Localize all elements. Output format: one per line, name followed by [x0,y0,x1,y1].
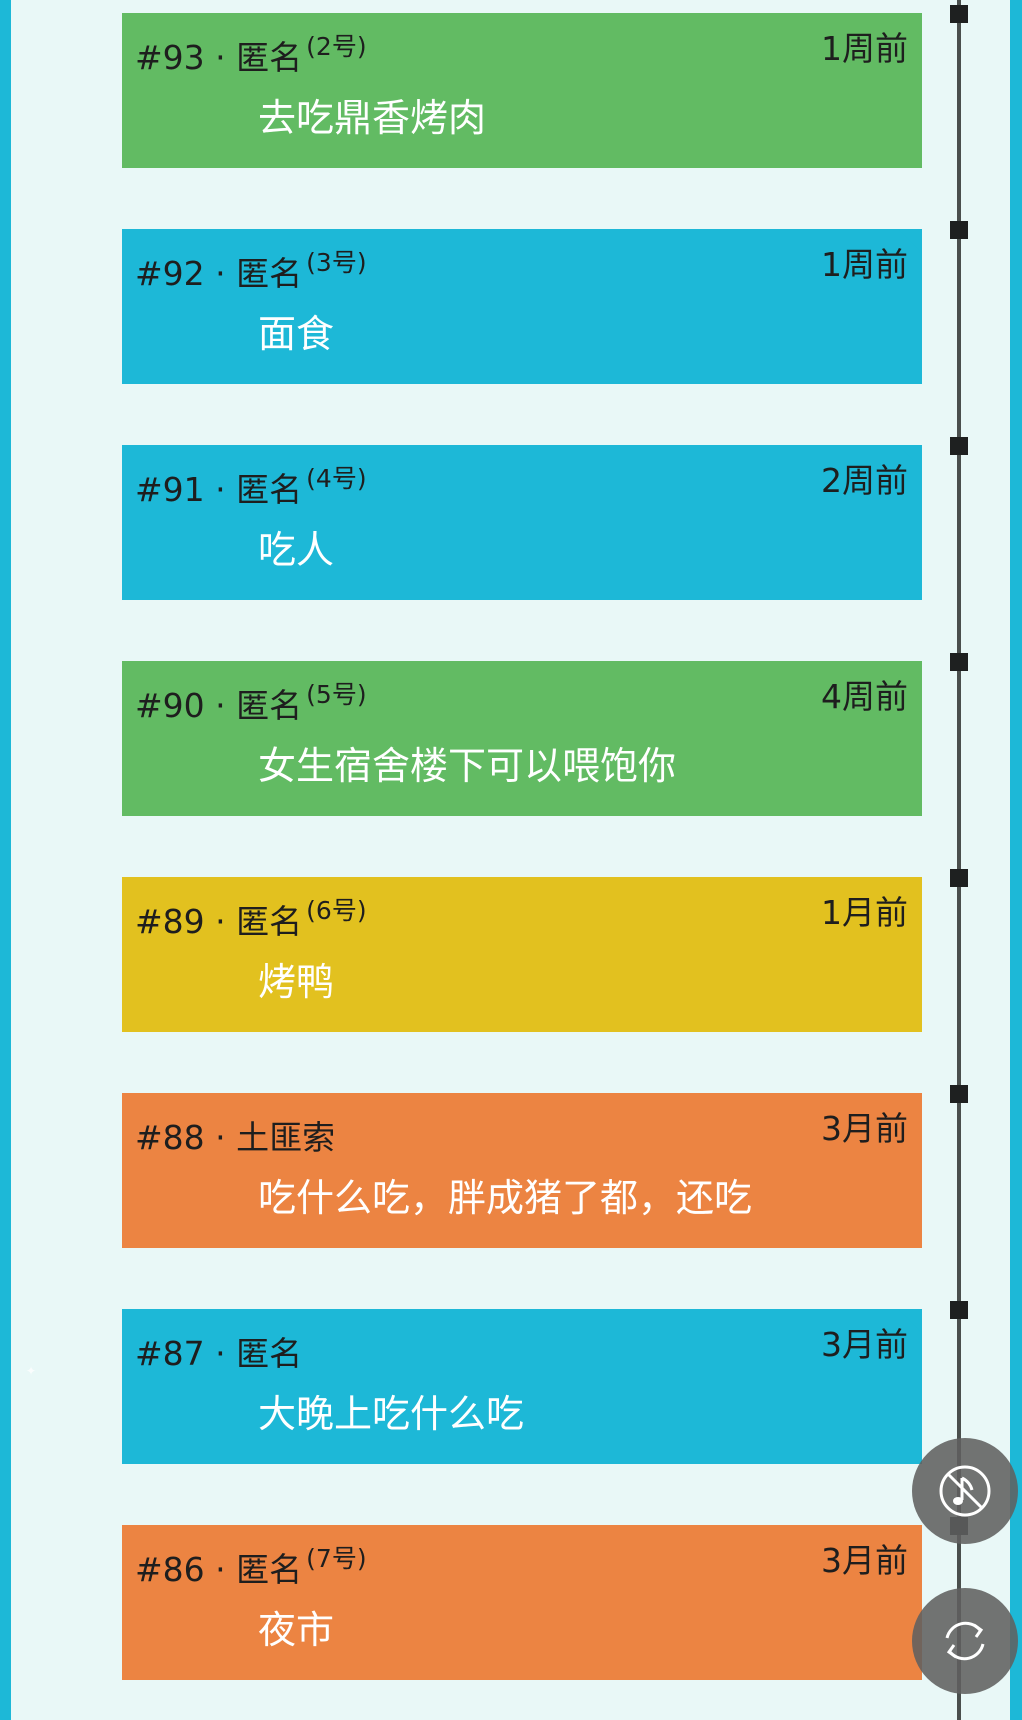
post-separator: · [215,38,226,77]
post-card[interactable]: #86 · 匿名 (7号) 3月前 夜市 [122,1525,922,1680]
post-header: #93 · 匿名 (2号) [135,27,367,78]
post-text: 去吃鼎香烤肉 [258,96,487,140]
post-card[interactable]: #90 · 匿名 (5号) 4周前 女生宿舍楼下可以喂饱你 [122,661,922,816]
post-number: #91 [135,470,205,509]
post-text: 夜市 [258,1608,335,1652]
music-off-icon [939,1465,991,1517]
post-author: 匿名 [236,254,303,293]
timeline-node [950,869,968,887]
post-time: 2周前 [821,461,908,500]
post-number: #92 [135,254,205,293]
post-header: #90 · 匿名 (5号) [135,675,367,726]
post-author: 匿名 [236,686,303,725]
timeline-node [950,653,968,671]
post-header: #89 · 匿名 (6号) [135,891,367,942]
post-time: 3月前 [821,1325,908,1364]
post-author: 匿名 [236,1334,303,1373]
post-number: #86 [135,1550,205,1589]
post-header: #91 · 匿名 (4号) [135,459,367,510]
post-author-tag: (6号) [306,896,367,925]
post-author-tag: (3号) [306,248,367,277]
post-text: 吃什么吃，胖成猪了都，还吃 [258,1176,753,1220]
timeline-node [950,1301,968,1319]
post-time: 1周前 [821,29,908,68]
post-number: #93 [135,38,205,77]
post-number: #88 [135,1118,205,1157]
music-toggle-button[interactable] [912,1438,1018,1544]
post-number: #89 [135,902,205,941]
post-author-tag: (2号) [306,32,367,61]
post-header: #86 · 匿名 (7号) [135,1539,367,1590]
post-card[interactable]: #91 · 匿名 (4号) 2周前 吃人 [122,445,922,600]
post-separator: · [215,902,226,941]
post-author-tag: (7号) [306,1544,367,1573]
post-card[interactable]: #93 · 匿名 (2号) 1周前 去吃鼎香烤肉 [122,13,922,168]
post-card[interactable]: #87 · 匿名 3月前 大晚上吃什么吃 [122,1309,922,1464]
post-author-tag: (5号) [306,680,367,709]
post-separator: · [215,470,226,509]
timeline-node [950,437,968,455]
post-card[interactable]: #88 · 土匪索 3月前 吃什么吃，胖成猪了都，还吃 [122,1093,922,1248]
post-time: 1周前 [821,245,908,284]
post-author: 匿名 [236,902,303,941]
post-separator: · [215,1118,226,1157]
post-text: 大晚上吃什么吃 [258,1392,525,1436]
post-time: 3月前 [821,1541,908,1580]
post-separator: · [215,1334,226,1373]
timeline-node [950,221,968,239]
post-separator: · [215,1550,226,1589]
post-header: #87 · 匿名 [135,1323,306,1374]
post-card[interactable]: #92 · 匿名 (3号) 1周前 面食 [122,229,922,384]
post-author: 匿名 [236,38,303,77]
post-author-tag: (4号) [306,464,367,493]
refresh-button[interactable] [912,1588,1018,1694]
post-number: #87 [135,1334,205,1373]
post-separator: · [215,686,226,725]
post-time: 1月前 [821,893,908,932]
timeline-node [950,5,968,23]
post-card[interactable]: #89 · 匿名 (6号) 1月前 烤鸭 [122,877,922,1032]
timeline-node [950,1085,968,1103]
post-time: 4周前 [821,677,908,716]
left-border [0,0,11,1720]
refresh-icon [945,1621,985,1661]
post-header: #92 · 匿名 (3号) [135,243,367,294]
post-number: #90 [135,686,205,725]
post-author: 匿名 [236,470,303,509]
post-text: 女生宿舍楼下可以喂饱你 [258,744,677,788]
post-text: 吃人 [258,528,335,572]
post-author: 土匪索 [236,1118,336,1157]
post-header: #88 · 土匪索 [135,1107,339,1158]
sparkle-icon: ✦ [26,1364,37,1378]
post-author: 匿名 [236,1550,303,1589]
post-separator: · [215,254,226,293]
post-text: 烤鸭 [258,960,335,1004]
post-time: 3月前 [821,1109,908,1148]
post-text: 面食 [258,312,335,356]
